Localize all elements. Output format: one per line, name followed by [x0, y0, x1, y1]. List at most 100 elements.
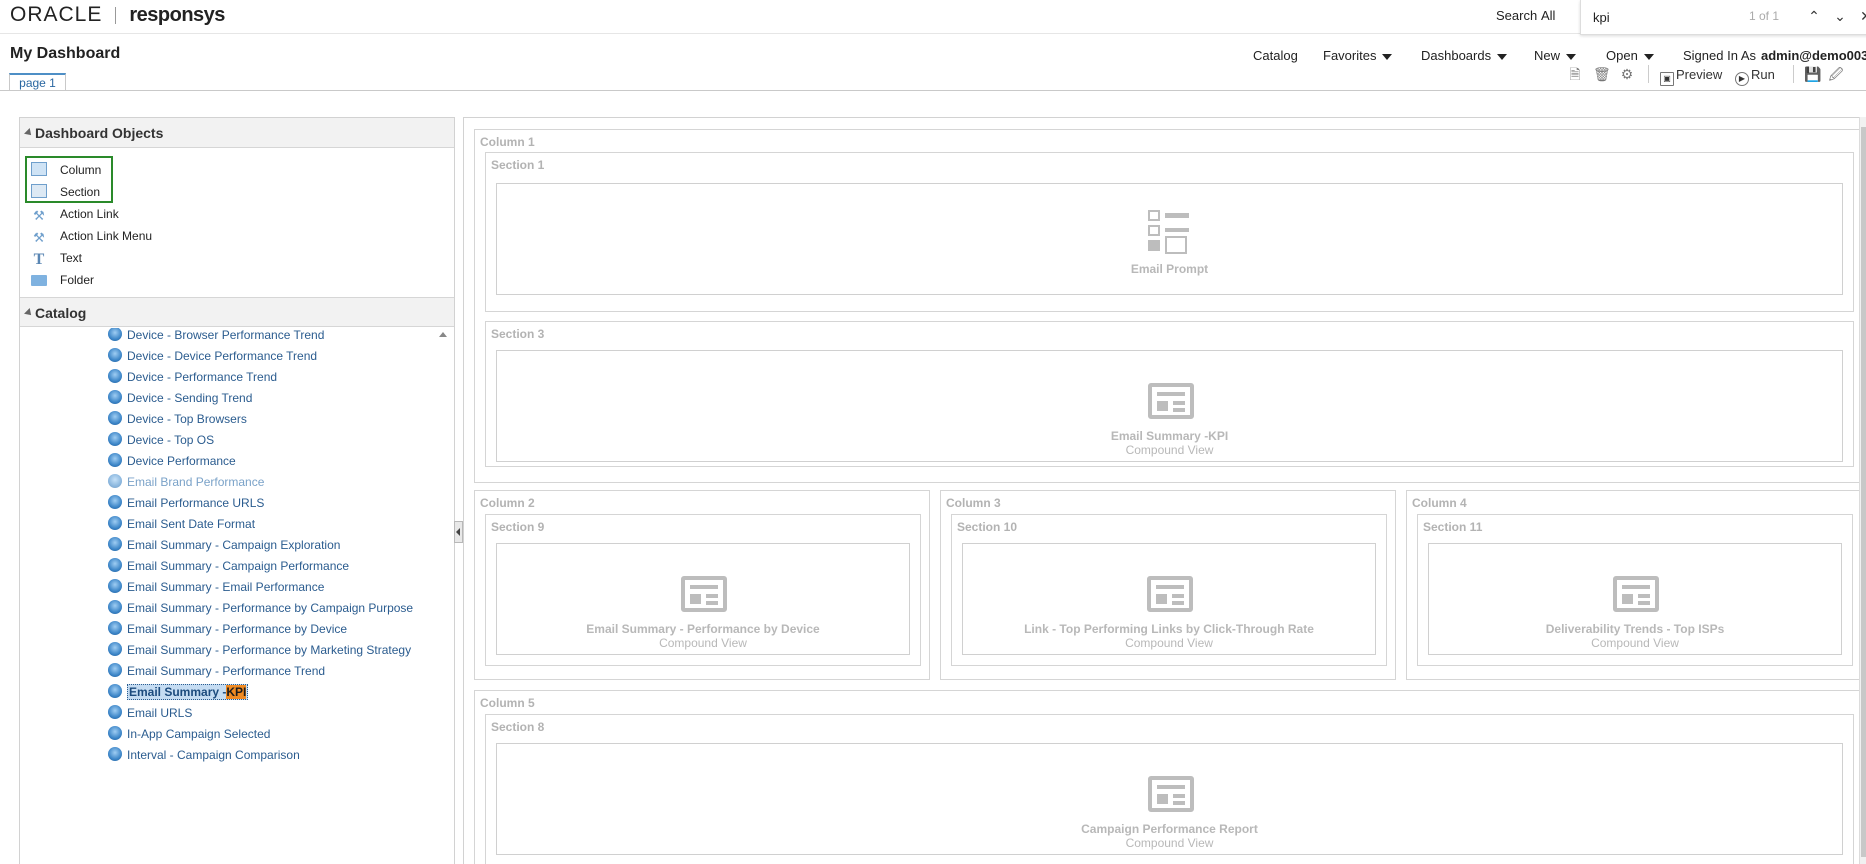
user-menu[interactable]: admin@demo003 — [1761, 48, 1866, 63]
catalog-item[interactable]: Email Summary - Performance by Marketing… — [108, 640, 411, 660]
catalog-item[interactable]: Interval - Campaign Comparison — [108, 745, 300, 765]
collapse-triangle-icon — [24, 128, 34, 138]
catalog-item[interactable]: Device - Top Browsers — [108, 409, 247, 429]
column-1[interactable]: Column 1 Section 1 Email Prompt Section … — [474, 129, 1864, 483]
catalog-item[interactable]: Device - Sending Trend — [108, 388, 252, 408]
object-text[interactable]: T Text — [31, 248, 82, 268]
object-section[interactable]: Section — [31, 182, 100, 202]
section-title: Section 9 — [491, 520, 545, 534]
tab-page-1[interactable]: page 1 — [9, 73, 66, 91]
catalog-item[interactable]: Email Sent Date Format — [108, 514, 255, 534]
object-column[interactable]: Column — [31, 160, 101, 180]
page-options-icon[interactable]: 🗎 — [1567, 66, 1583, 82]
gear-icon[interactable]: ⚙ — [1619, 66, 1635, 82]
catalog-item[interactable]: Email Performance URLS — [108, 493, 264, 513]
run-button[interactable]: ▶ Run — [1735, 67, 1775, 86]
catalog-item[interactable]: Email Summary - Performance Trend — [108, 661, 325, 681]
catalog-item[interactable]: In-App Campaign Selected — [108, 724, 270, 744]
catalog-item[interactable]: Email Summary - Campaign Performance — [108, 556, 349, 576]
catalog-item[interactable]: Email Brand Performance — [108, 472, 264, 492]
catalog-item[interactable]: Device - Performance Trend — [108, 367, 277, 387]
analysis-icon — [108, 348, 122, 362]
catalog-item-label: Email Summary - Email Performance — [127, 580, 325, 594]
save-icon[interactable]: 💾 — [1804, 66, 1821, 82]
panel-collapse-handle[interactable] — [454, 521, 463, 543]
catalog-item[interactable]: Device - Device Performance Trend — [108, 346, 317, 366]
object-action-link[interactable]: ⚒ Action Link — [31, 204, 119, 224]
column-5[interactable]: Column 5 Section 8 Campaign Performance … — [474, 690, 1864, 864]
catalog-header[interactable]: Catalog — [20, 297, 454, 327]
object-folder[interactable]: Folder — [31, 270, 94, 290]
open-menu[interactable]: Open — [1606, 48, 1654, 63]
column-4[interactable]: Column 4 Section 11 Deliverability Trend… — [1406, 490, 1864, 680]
analysis-icon — [108, 705, 122, 719]
catalog-item[interactable]: Email URLS — [108, 703, 192, 723]
chevron-down-icon[interactable]: ⌄ — [1831, 7, 1849, 25]
catalog-title: Catalog — [35, 305, 87, 321]
open-label: Open — [1606, 48, 1638, 63]
arrow-left-icon — [456, 528, 460, 536]
catalog-item[interactable]: Email Summary - Email Performance — [108, 577, 324, 597]
view-email-summary-kpi[interactable]: Email Summary -KPI Compound View — [496, 350, 1843, 462]
analysis-icon — [108, 579, 122, 593]
text-icon: T — [33, 251, 45, 268]
column-title: Column 1 — [480, 135, 535, 149]
view-top-isps[interactable]: Deliverability Trends - Top ISPs Compoun… — [1428, 543, 1842, 655]
compound-view-icon — [681, 576, 727, 612]
dashboard-objects-title: Dashboard Objects — [35, 125, 164, 141]
view-performance-by-device[interactable]: Email Summary - Performance by Device Co… — [496, 543, 910, 655]
catalog-item[interactable]: Device - Top OS — [108, 430, 214, 450]
scrollbar-thumb[interactable] — [1861, 127, 1866, 857]
view-top-performing-links[interactable]: Link - Top Performing Links by Click-Thr… — [962, 543, 1376, 655]
catalog-item-selected[interactable]: Email Summary -KPI — [108, 682, 249, 702]
find-match-count: 1 of 1 — [1749, 9, 1780, 23]
section-11[interactable]: Section 11 Deliverability Trends - Top I… — [1417, 514, 1853, 666]
section-3[interactable]: Section 3 Email Summary -KPI Compound Vi… — [485, 321, 1854, 467]
caret-down-icon — [1566, 53, 1577, 60]
dashboards-menu[interactable]: Dashboards — [1421, 48, 1508, 63]
analysis-icon — [108, 516, 122, 530]
section-9[interactable]: Section 9 Email Summary - Performance by… — [485, 514, 921, 666]
view-type: Compound View — [1125, 443, 1214, 457]
canvas-scrollbar[interactable] — [1859, 117, 1866, 864]
catalog-link[interactable]: Catalog — [1253, 48, 1298, 63]
catalog-item-label: Email Summary - — [129, 685, 227, 699]
catalog-item[interactable]: Device - Browser Performance Trend — [108, 328, 324, 345]
preview-button[interactable]: ▣ Preview — [1660, 67, 1722, 86]
catalog-item-label: Email Summary - Performance by Marketing… — [127, 643, 412, 657]
catalog-item[interactable]: Device Performance — [108, 451, 236, 471]
view-name: Email Summary -KPI — [1110, 429, 1229, 443]
catalog-item[interactable]: Email Summary - Performance by Campaign … — [108, 598, 413, 618]
compound-view-icon — [1147, 576, 1193, 612]
search-scope-select[interactable]: All — [1541, 6, 1583, 26]
new-menu[interactable]: New — [1534, 48, 1577, 63]
column-3[interactable]: Column 3 Section 10 Link - Top Performin… — [940, 490, 1396, 680]
view-type: Compound View — [1125, 836, 1214, 850]
column-2[interactable]: Column 2 Section 9 Email Summary - Perfo… — [474, 490, 930, 680]
compound-view-icon — [1148, 383, 1194, 419]
object-action-link-menu-label: Action Link Menu — [60, 229, 153, 243]
object-action-link-menu[interactable]: ⚒ Action Link Menu — [31, 226, 152, 246]
compound-view-icon — [1613, 576, 1659, 612]
column-title: Column 2 — [480, 496, 535, 510]
scroll-up-icon[interactable] — [439, 332, 447, 337]
catalog-item[interactable]: Email Summary - Campaign Exploration — [108, 535, 340, 555]
catalog-item-label: Device - Performance Trend — [127, 370, 278, 384]
favorites-menu[interactable]: Favorites — [1323, 48, 1393, 63]
save-as-icon[interactable]: 🖉 — [1828, 66, 1844, 82]
section-8[interactable]: Section 8 Campaign Performance Report Co… — [485, 714, 1854, 864]
view-email-prompt[interactable]: Email Prompt — [496, 183, 1843, 295]
close-icon[interactable]: ✕ — [1857, 7, 1866, 25]
toolbar-divider — [1648, 65, 1649, 83]
analysis-icon — [108, 621, 122, 635]
find-input[interactable] — [1593, 8, 1733, 26]
analysis-icon — [108, 432, 122, 446]
catalog-item[interactable]: Email Summary - Performance by Device — [108, 619, 347, 639]
dashboard-objects-header[interactable]: Dashboard Objects — [20, 118, 454, 148]
object-text-label: Text — [60, 251, 83, 265]
section-10[interactable]: Section 10 Link - Top Performing Links b… — [951, 514, 1387, 666]
section-1[interactable]: Section 1 Email Prompt — [485, 152, 1854, 312]
delete-page-icon[interactable]: 🗑 — [1593, 66, 1611, 82]
view-campaign-performance-report[interactable]: Campaign Performance Report Compound Vie… — [496, 743, 1843, 855]
chevron-up-icon[interactable]: ⌃ — [1805, 7, 1823, 25]
